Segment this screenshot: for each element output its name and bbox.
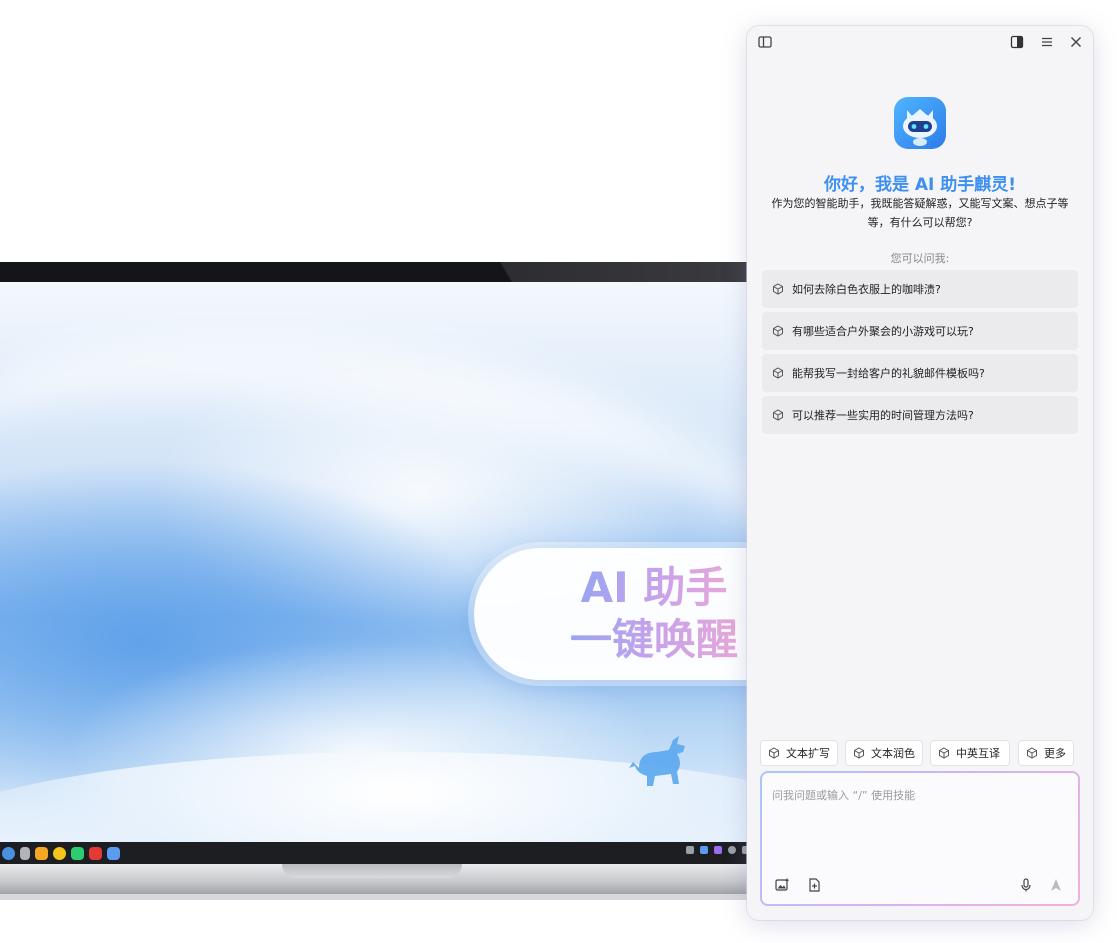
skill-translate-button[interactable]: 中英互译 [930,740,1010,766]
taskbar [0,842,760,864]
composer [760,771,1080,906]
wallpaper-wave [0,282,760,763]
intro-text: 作为您的智能助手，我既能答疑解惑，又能写文案、想点子等等，有什么可以帮您? [771,197,1069,229]
image-upload-icon[interactable] [774,877,790,893]
panel-titlebar [747,26,1093,58]
file-manager-icon[interactable] [35,846,48,860]
cube-icon [773,325,783,337]
skill-label: 文本扩写 [786,747,830,760]
cube-icon [773,409,783,421]
system-tray [686,846,750,854]
bezel-highlight [500,262,760,282]
skill-more-button[interactable]: 更多 [1018,740,1074,766]
skill-text-expand-button[interactable]: 文本扩写 [760,740,838,766]
send-icon[interactable] [1048,877,1064,893]
cube-icon [1027,747,1037,759]
composer-box [762,773,1078,904]
callout-title: AI 助手 [580,563,728,612]
suggestion-list: 如何去除白色衣服上的咖啡渍? 有哪些适合户外聚会的小游戏可以玩? 能帮我写一封给… [762,270,1078,438]
suggestion-text: 能帮我写一封给客户的礼貌邮件模板吗? [792,367,985,380]
suggestion-item[interactable]: 能帮我写一封给客户的礼貌邮件模板吗? [762,354,1078,392]
sidebar-toggle-icon[interactable] [757,34,773,50]
tray-app-icon[interactable] [714,846,722,854]
chat-input[interactable] [772,785,1068,805]
cube-icon [854,747,864,759]
suggestion-item[interactable]: 可以推荐一些实用的时间管理方法吗? [762,396,1078,434]
close-icon[interactable] [1068,34,1084,50]
laptop-foot [0,894,760,900]
ai-assistant-panel: 你好，我是 AI 助手麒灵! 作为您的智能助手，我既能答疑解惑，又能写文案、想点… [747,26,1093,920]
skill-bar: 文本扩写 文本润色 中英互译 更多 [760,740,1080,766]
suggestion-text: 可以推荐一些实用的时间管理方法吗? [792,409,974,422]
suggestions-label: 您可以问我: [890,252,950,265]
cube-icon [773,283,783,295]
file-upload-icon[interactable] [806,877,822,893]
cube-icon [773,367,783,379]
start-menu-icon[interactable] [2,846,15,860]
tray-app-icon[interactable] [700,846,708,854]
skill-label: 文本润色 [871,747,915,760]
clipboard-icon[interactable] [686,846,694,854]
qilin-mascot-silhouette-icon [629,736,685,786]
search-icon[interactable] [728,846,736,854]
wps-office-icon[interactable] [89,846,102,860]
greeting-title: 你好，我是 AI 助手麒灵! [823,175,1017,195]
ai-assistant-logo-icon [894,97,946,149]
multitask-view-icon[interactable] [20,846,30,860]
skill-text-polish-button[interactable]: 文本润色 [845,740,923,766]
app-store-icon[interactable] [71,846,84,860]
skill-label: 更多 [1044,747,1066,760]
cube-icon [769,747,779,759]
cube-icon [939,747,949,759]
layout-icon[interactable] [1009,34,1025,50]
skill-label: 中英互译 [956,747,1000,760]
suggestion-text: 有哪些适合户外聚会的小游戏可以玩? [792,325,974,338]
menu-icon[interactable] [1039,34,1055,50]
browser-icon[interactable] [53,846,66,860]
callout-subtitle: 一键唤醒 [569,615,738,664]
suggestion-text: 如何去除白色衣服上的咖啡渍? [792,283,941,296]
microphone-icon[interactable] [1018,877,1034,893]
ai-assistant-taskbar-icon[interactable] [107,846,120,860]
suggestion-item[interactable]: 有哪些适合户外聚会的小游戏可以玩? [762,312,1078,350]
laptop-opening-notch [282,864,462,878]
suggestion-item[interactable]: 如何去除白色衣服上的咖啡渍? [762,270,1078,308]
